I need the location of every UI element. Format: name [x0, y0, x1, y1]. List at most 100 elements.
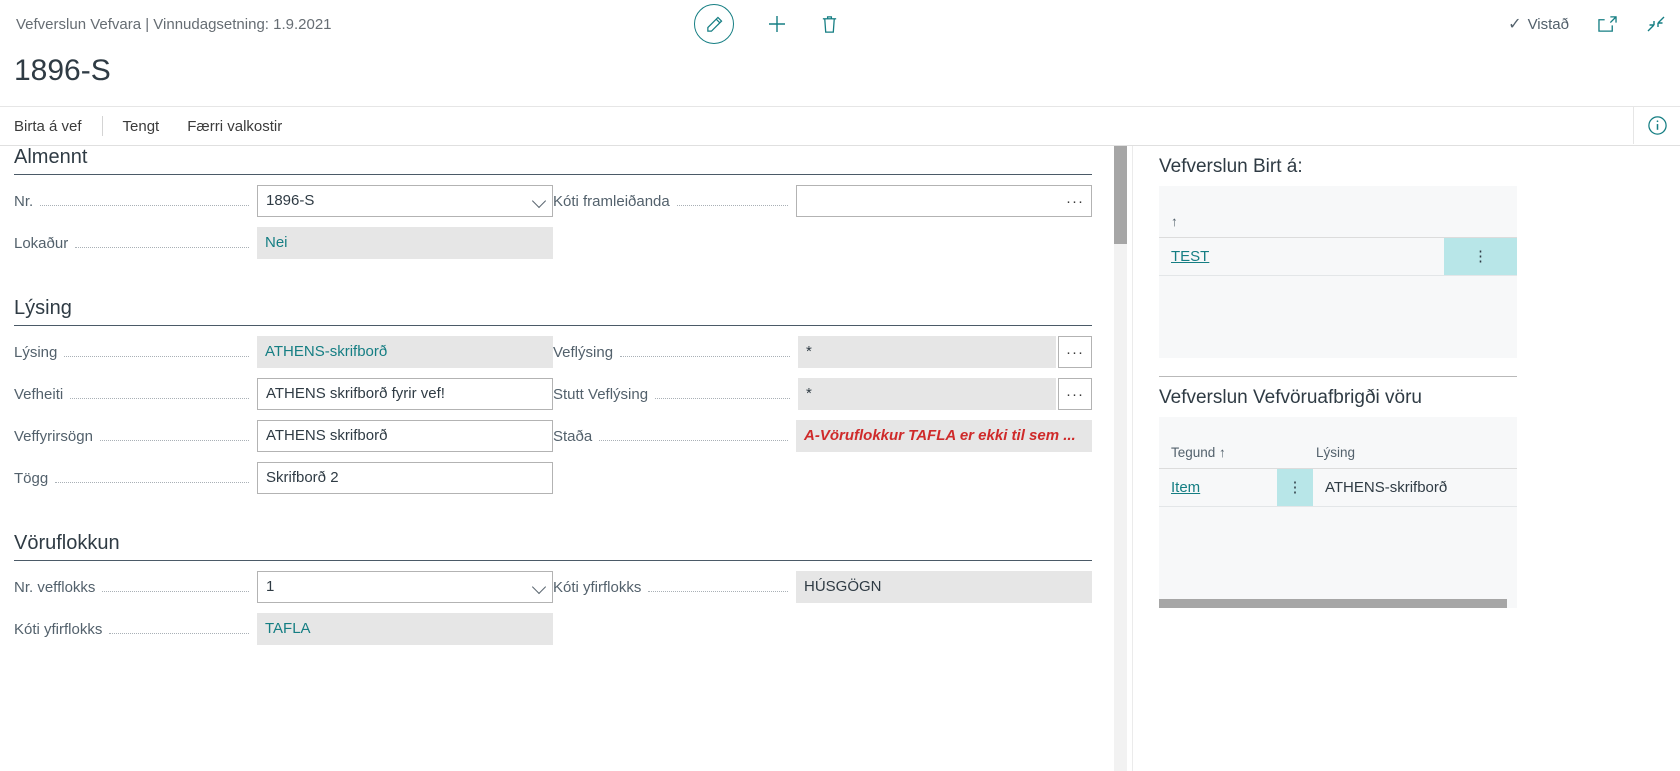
field-stutt-veflysing: Stutt Veflýsing * ··· — [553, 378, 1092, 410]
table-row[interactable]: TEST ⋮ — [1159, 238, 1517, 276]
field-control[interactable]: ATHENS skrifborð — [257, 420, 553, 452]
koti-yfirflokks-right-value: HÚSGÖGN — [796, 571, 1092, 603]
veflysing-value: * — [798, 336, 1056, 368]
lookup-ellipsis-icon[interactable]: ··· — [1058, 185, 1092, 217]
table-empty-area — [1159, 507, 1517, 583]
field-label: Veflýsing — [553, 344, 613, 361]
field-veflysing: Veflýsing * ··· — [553, 336, 1092, 368]
pencil-icon — [694, 4, 734, 44]
top-right-actions: ✓ Vistað — [1508, 0, 1666, 48]
edit-button[interactable] — [694, 4, 734, 44]
action-faerri-valkostir[interactable]: Færri valkostir — [173, 118, 296, 135]
koti-framleidanda-input[interactable] — [796, 185, 1092, 217]
row-link-cell[interactable]: TEST — [1159, 238, 1444, 275]
leader-dots — [102, 590, 249, 592]
nr-vefflokks-input[interactable]: 1 — [257, 571, 553, 603]
section-fields: Nr. 1896-S Lokaður Nei — [14, 175, 1092, 259]
veflysing-lookup-ellipsis-icon[interactable]: ··· — [1058, 336, 1092, 368]
table-empty-area — [1159, 276, 1517, 358]
right-column: Kóti yfirflokks HÚSGÖGN — [553, 561, 1092, 645]
scrollbar-thumb[interactable] — [1114, 146, 1127, 244]
info-icon[interactable] — [1633, 107, 1680, 144]
koti-yfirflokks-left-value: TAFLA — [257, 613, 553, 645]
right-column: Kóti framleiðanda ··· — [553, 175, 1092, 259]
column-header-tegund[interactable]: Tegund ↑ — [1159, 445, 1304, 468]
leader-dots — [599, 439, 788, 441]
leader-dots — [648, 590, 788, 592]
field-label: Nr. — [14, 193, 33, 210]
table-header: ↑ — [1159, 186, 1517, 238]
field-control: ATHENS-skrifborð — [257, 336, 553, 368]
field-control: TAFLA — [257, 613, 553, 645]
factbox-title: Vefverslun Vefvöruafbrigði vöru — [1159, 387, 1680, 409]
field-koti-framleidanda: Kóti framleiðanda ··· — [553, 185, 1092, 217]
section-fields: Lýsing ATHENS-skrifborð Vefheiti ATHENS … — [14, 326, 1092, 494]
action-birta-a-vef[interactable]: Birta á vef — [0, 118, 96, 135]
field-label: Staða — [553, 428, 592, 445]
field-control[interactable]: Skrifborð 2 — [257, 462, 553, 494]
field-nr-vefflokks: Nr. vefflokks 1 — [14, 571, 553, 603]
left-column: Nr. 1896-S Lokaður Nei — [14, 175, 553, 259]
lokadur-value: Nei — [257, 227, 553, 259]
leader-dots — [109, 632, 249, 634]
action-tengt[interactable]: Tengt — [109, 118, 174, 135]
field-lysing: Lýsing ATHENS-skrifborð — [14, 336, 553, 368]
factbox-divider — [1159, 376, 1517, 377]
item-link[interactable]: Item — [1171, 479, 1200, 496]
field-lokadur: Lokaður Nei — [14, 227, 553, 259]
field-control[interactable]: ··· — [796, 185, 1092, 217]
row-link-cell[interactable]: Item — [1159, 469, 1277, 506]
section-fields: Nr. vefflokks 1 Kóti yfirflokks TAF — [14, 561, 1092, 645]
field-label: Vefheiti — [14, 386, 63, 403]
new-button[interactable] — [760, 13, 794, 35]
field-control: A-Vöruflokkur TAFLA er ekki til sem ... — [796, 420, 1092, 452]
open-in-new-window-button[interactable] — [1597, 15, 1618, 33]
section-heading: Vöruflokkun — [14, 532, 1092, 561]
test-link[interactable]: TEST — [1171, 248, 1209, 265]
field-label: Tögg — [14, 470, 48, 487]
field-label: Kóti yfirflokks — [553, 579, 641, 596]
action-bar: Birta á vef Tengt Færri valkostir — [0, 106, 1680, 146]
sort-ascending-icon[interactable]: ↑ — [1159, 214, 1178, 237]
collapse-button[interactable] — [1646, 15, 1666, 33]
nr-input[interactable]: 1896-S — [257, 185, 553, 217]
factbox-vefvoruafbrigdi: Vefverslun Vefvöruafbrigði vöru Tegund ↑… — [1159, 387, 1680, 608]
field-control[interactable]: 1 — [257, 571, 553, 603]
section-heading: Lýsing — [14, 297, 1092, 326]
stutt-veflysing-value: * — [798, 378, 1056, 410]
veffyrirsogn-input[interactable]: ATHENS skrifborð — [257, 420, 553, 452]
leader-dots — [620, 355, 790, 357]
main-form-pane: Almennt Nr. 1896-S Lokaður — [0, 146, 1112, 771]
field-label: Lýsing — [14, 344, 57, 361]
lysing-value: ATHENS-skrifborð — [257, 336, 553, 368]
leader-dots — [100, 439, 249, 441]
leader-dots — [655, 397, 790, 399]
section-lysing: Lýsing Lýsing ATHENS-skrifborð Vefheiti — [14, 297, 1112, 494]
field-control: HÚSGÖGN — [796, 571, 1092, 603]
factbox-horizontal-scrollbar[interactable] — [1159, 599, 1507, 608]
field-vefheiti: Vefheiti ATHENS skrifborð fyrir vef! — [14, 378, 553, 410]
field-label: Stutt Veflýsing — [553, 386, 648, 403]
breadcrumb: Vefverslun Vefvara | Vinnudagsetning: 1.… — [0, 16, 332, 33]
application-window: Vefverslun Vefvara | Vinnudagsetning: 1.… — [0, 0, 1680, 771]
section-heading: Almennt — [14, 146, 1092, 175]
leader-dots — [64, 355, 249, 357]
leader-dots — [75, 246, 249, 248]
field-control[interactable]: 1896-S — [257, 185, 553, 217]
row-menu-icon[interactable]: ⋮ — [1277, 469, 1313, 506]
main-scrollbar[interactable] — [1112, 146, 1132, 771]
factbox-title: Vefverslun Birt á: — [1159, 156, 1680, 178]
field-control[interactable]: ATHENS skrifborð fyrir vef! — [257, 378, 553, 410]
leader-dots — [40, 204, 249, 206]
column-header-lysing[interactable]: Lýsing — [1304, 445, 1355, 468]
row-menu-icon[interactable]: ⋮ — [1444, 238, 1517, 275]
togg-input[interactable]: Skrifborð 2 — [257, 462, 553, 494]
stutt-veflysing-lookup-ellipsis-icon[interactable]: ··· — [1058, 378, 1092, 410]
delete-button[interactable] — [820, 14, 839, 35]
vefheiti-input[interactable]: ATHENS skrifborð fyrir vef! — [257, 378, 553, 410]
field-control: Nei — [257, 227, 553, 259]
field-label: Kóti framleiðanda — [553, 193, 670, 210]
field-label: Nr. vefflokks — [14, 579, 95, 596]
section-voruflokkun: Vöruflokkun Nr. vefflokks 1 Kóti — [14, 532, 1112, 645]
table-row[interactable]: Item ⋮ ATHENS-skrifborð — [1159, 469, 1517, 507]
